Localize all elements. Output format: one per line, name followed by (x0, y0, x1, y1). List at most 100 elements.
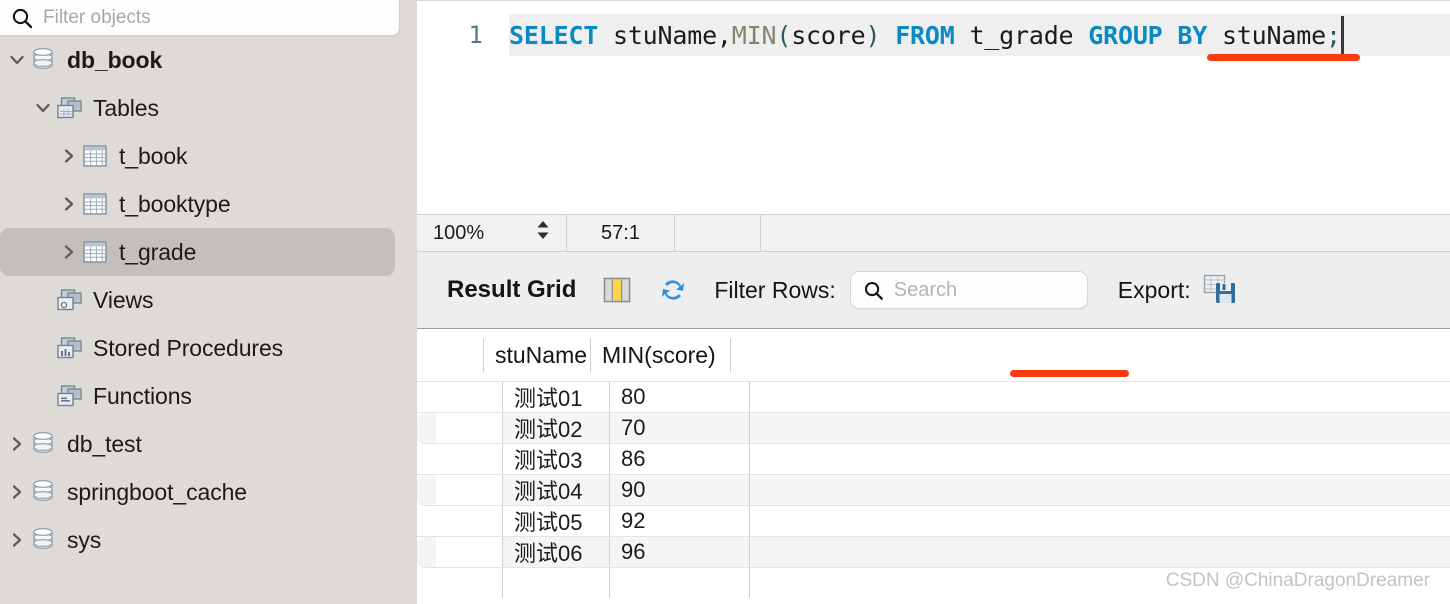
schema-navigator-sidebar: db_book Tables t_book t_booktype t_grade View… (0, 0, 417, 604)
sidebar-item-label: Tables (93, 94, 159, 121)
row-header-cell[interactable] (436, 413, 502, 443)
zoom-level-control[interactable]: 100% (417, 215, 567, 251)
cell-min-score[interactable]: 70 (609, 413, 749, 443)
sidebar-item-label: t_book (119, 142, 188, 169)
export-save-icon[interactable] (1203, 274, 1237, 306)
editor-status-bar: 100% 57:1 (417, 214, 1450, 252)
cell-stuname[interactable]: 测试05 (502, 506, 609, 536)
sql-token: ( (776, 20, 792, 50)
chevron-right-icon[interactable] (6, 433, 28, 455)
chevron-down-icon[interactable] (32, 97, 54, 119)
sidebar-item-label: springboot_cache (67, 478, 247, 505)
sidebar-item-label: sys (67, 526, 102, 553)
chevron-right-icon[interactable] (58, 241, 80, 263)
sql-token: ; (1325, 20, 1341, 50)
chevron-right-icon[interactable] (6, 481, 28, 503)
cell-stuname[interactable]: 测试03 (502, 444, 609, 474)
refresh-arrows-icon[interactable] (658, 275, 688, 305)
table-row[interactable]: 测试02 70 (417, 413, 1450, 444)
sidebar-item-sys[interactable]: sys (0, 516, 417, 564)
cell-stuname[interactable]: 测试02 (502, 413, 609, 443)
chevron-right-icon[interactable] (58, 145, 80, 167)
sidebar-item-t-booktype[interactable]: t_booktype (0, 180, 417, 228)
cell-min-score[interactable]: 90 (609, 475, 749, 505)
row-header-cell[interactable] (436, 475, 502, 505)
sql-code-text[interactable]: SELECT stuName,MIN(score) FROM t_grade G… (509, 14, 1450, 56)
row-header-cell[interactable] (436, 444, 502, 474)
views-group-icon (54, 285, 84, 315)
sidebar-item-views[interactable]: Views (0, 276, 417, 324)
result-grid-toolbar: Result Grid Filter Rows: Search Export: (417, 252, 1450, 329)
cell-empty (749, 444, 1450, 474)
sidebar-item-label: db_test (67, 430, 142, 457)
table-row[interactable]: 测试05 92 (417, 506, 1450, 537)
chevron-right-icon[interactable] (58, 193, 80, 215)
sidebar-item-label: Views (93, 286, 154, 313)
zoom-level-label: 100% (433, 221, 485, 244)
query-workspace: 1 SELECT stuName,MIN(score) FROM t_grade… (417, 0, 1450, 604)
row-header-cell (436, 568, 502, 598)
sidebar-item-t-grade[interactable]: t_grade (0, 228, 395, 276)
filter-rows-search-field[interactable] (849, 271, 1161, 309)
updown-stepper-icon[interactable] (534, 218, 552, 248)
chevron-down-icon[interactable] (6, 49, 28, 71)
cell-stuname[interactable]: 测试01 (502, 382, 609, 412)
table-row[interactable]: 测试06 96 (417, 537, 1450, 568)
text-caret (1340, 16, 1344, 54)
result-grid-title: Result Grid (447, 276, 577, 303)
result-grid-body[interactable]: 测试01 80 测试02 70 测试03 86 测试04 90 测试05 92 测试06 96 (417, 382, 1450, 568)
procedures-group-icon (54, 333, 84, 363)
sidebar-item-stored-procedures[interactable]: Stored Procedures (0, 324, 417, 372)
sidebar-item-label: Stored Procedures (93, 334, 284, 361)
schema-tree[interactable]: db_book Tables t_book t_booktype t_grade View… (0, 36, 417, 604)
database-icon (28, 525, 58, 555)
table-row[interactable]: 测试01 80 (417, 382, 1450, 413)
filter-objects-input[interactable] (43, 6, 399, 29)
sql-token: BY (1177, 20, 1208, 50)
sidebar-item-label: db_book (67, 46, 163, 73)
cell-min-score[interactable]: 80 (609, 382, 749, 412)
search-icon (11, 7, 33, 29)
sql-token: stuName, (612, 20, 732, 50)
cell-stuname[interactable]: 测试04 (502, 475, 609, 505)
cell-empty (749, 537, 1450, 567)
table-row[interactable]: 测试04 90 (417, 475, 1450, 506)
sql-editor[interactable]: 1 SELECT stuName,MIN(score) FROM t_grade… (417, 0, 1450, 214)
table-row[interactable]: 测试03 86 (417, 444, 1450, 475)
grid-columns-icon[interactable] (602, 275, 632, 305)
column-header-stuname[interactable]: stuName (483, 338, 590, 372)
cell-min-score[interactable]: 96 (609, 537, 749, 567)
chevron-right-icon[interactable] (6, 529, 28, 551)
sidebar-item-functions[interactable]: Functions (0, 372, 417, 420)
row-header-cell[interactable] (436, 382, 502, 412)
min-score-header-underline-annotation (1010, 370, 1129, 377)
sidebar-item-label: t_booktype (119, 190, 231, 217)
filter-objects-field[interactable] (0, 0, 400, 36)
cell-min-score[interactable]: 86 (609, 444, 749, 474)
result-grid[interactable]: stuName MIN(score) 测试01 80 测试02 70 测试03 86 测试0… (417, 329, 1450, 604)
cell-empty (749, 413, 1450, 443)
column-header-min-score[interactable]: MIN(score) (590, 338, 730, 372)
csdn-watermark: CSDN @ChinaDragonDreamer (1165, 570, 1430, 591)
empty-cell (609, 568, 749, 598)
schema-group-icon (54, 93, 84, 123)
sql-token: GROUP (1088, 20, 1163, 50)
database-icon (28, 477, 58, 507)
sidebar-item-db-book[interactable]: db_book (0, 36, 417, 84)
cell-min-score[interactable]: 92 (609, 506, 749, 536)
cell-stuname[interactable]: 测试06 (502, 537, 609, 567)
sidebar-item-db-test[interactable]: db_test (0, 420, 417, 468)
row-header-cell[interactable] (436, 506, 502, 536)
sidebar-item-springboot-cache[interactable]: springboot_cache (0, 468, 417, 516)
row-header-corner (417, 329, 483, 381)
row-header-cell[interactable] (436, 537, 502, 567)
column-header-empty (730, 338, 1450, 372)
sidebar-item-label: Functions (93, 382, 192, 409)
sidebar-item-tables[interactable]: Tables (0, 84, 417, 132)
sidebar-item-t-book[interactable]: t_book (0, 132, 417, 180)
